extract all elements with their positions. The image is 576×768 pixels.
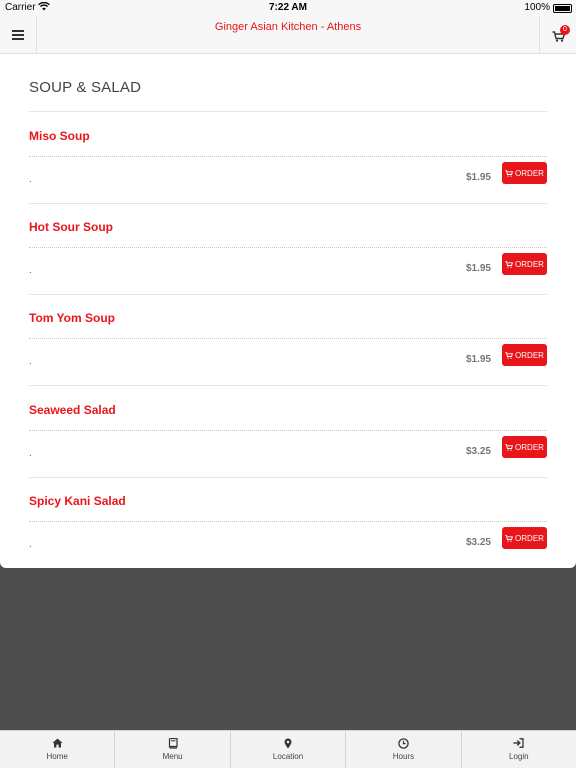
item-name: Spicy Kani Salad xyxy=(29,494,126,508)
item-name: Tom Yom Soup xyxy=(29,311,115,325)
order-button-label: ORDER xyxy=(515,259,544,269)
item-description: . xyxy=(29,356,32,367)
hamburger-icon xyxy=(12,30,24,40)
tab-login[interactable]: Login xyxy=(462,731,576,768)
cart-icon xyxy=(505,443,514,451)
item-description: . xyxy=(29,265,32,276)
dotted-divider xyxy=(29,338,547,339)
tab-label: Location xyxy=(272,752,304,761)
cart-icon xyxy=(505,534,514,542)
item-name: Hot Sour Soup xyxy=(29,220,113,234)
book-icon xyxy=(115,738,229,749)
tab-label: Hours xyxy=(392,752,415,761)
dotted-divider xyxy=(29,521,547,522)
battery-icon xyxy=(553,4,572,13)
cart-icon xyxy=(505,169,514,177)
order-button[interactable]: ORDER xyxy=(502,162,547,184)
menu-item: Spicy Kani Salad . $3.25 ORDER xyxy=(29,477,547,568)
restaurant-title: Ginger Asian Kitchen - Athens xyxy=(214,21,362,33)
cart-icon xyxy=(505,260,514,268)
clock-icon xyxy=(346,738,460,749)
cart-button[interactable]: 0 xyxy=(539,16,576,54)
item-price: $1.95 xyxy=(465,172,491,183)
cart-count-badge: 0 xyxy=(560,25,570,35)
clock-time: 7:22 AM xyxy=(269,2,307,13)
cart-icon xyxy=(505,351,514,359)
item-price: $3.25 xyxy=(465,537,491,548)
item-price: $1.95 xyxy=(465,354,491,365)
order-button-label: ORDER xyxy=(515,533,544,543)
section-title: SOUP & SALAD xyxy=(29,79,142,96)
app-header: Ginger Asian Kitchen - Athens 0 xyxy=(0,16,576,54)
sign-in-icon xyxy=(462,738,576,749)
tab-location[interactable]: Location xyxy=(231,731,347,768)
tab-hours[interactable]: Hours xyxy=(346,731,462,768)
order-button-label: ORDER xyxy=(515,350,544,360)
menu-item: Hot Sour Soup . $1.95 ORDER xyxy=(29,203,547,295)
tab-home[interactable]: Home xyxy=(0,731,116,768)
menu-button[interactable] xyxy=(0,16,37,54)
menu-item: Miso Soup . $1.95 ORDER xyxy=(29,112,547,204)
item-description: . xyxy=(29,448,32,459)
home-icon xyxy=(0,738,114,749)
dotted-divider xyxy=(29,430,547,431)
tab-label: Home xyxy=(46,752,68,761)
battery-percentage: 100% xyxy=(524,2,550,13)
map-pin-icon xyxy=(231,738,345,749)
item-price: $1.95 xyxy=(465,263,491,274)
order-button-label: ORDER xyxy=(515,168,544,178)
tab-label: Menu xyxy=(162,752,183,761)
menu-item: Seaweed Salad . $3.25 ORDER xyxy=(29,386,547,478)
menu-item: Tom Yom Soup . $1.95 ORDER xyxy=(29,294,547,386)
item-price: $3.25 xyxy=(465,446,491,457)
order-button-label: ORDER xyxy=(515,442,544,452)
item-name: Miso Soup xyxy=(29,129,90,143)
dotted-divider xyxy=(29,247,547,248)
order-button[interactable]: ORDER xyxy=(502,344,547,366)
order-button[interactable]: ORDER xyxy=(502,527,547,549)
status-bar: Carrier 7:22 AM 100% xyxy=(0,0,576,16)
order-button[interactable]: ORDER xyxy=(502,436,547,458)
menu-content: SOUP & SALAD Miso Soup . $1.95 ORDER Hot… xyxy=(0,54,576,568)
order-button[interactable]: ORDER xyxy=(502,253,547,275)
item-name: Seaweed Salad xyxy=(29,403,116,417)
tab-label: Login xyxy=(509,752,529,761)
item-description: . xyxy=(29,174,32,185)
item-description: . xyxy=(29,539,32,550)
dotted-divider xyxy=(29,156,547,157)
tab-menu[interactable]: Menu xyxy=(115,731,231,768)
bottom-tab-bar: Home Menu Location Hours Login xyxy=(0,730,576,768)
